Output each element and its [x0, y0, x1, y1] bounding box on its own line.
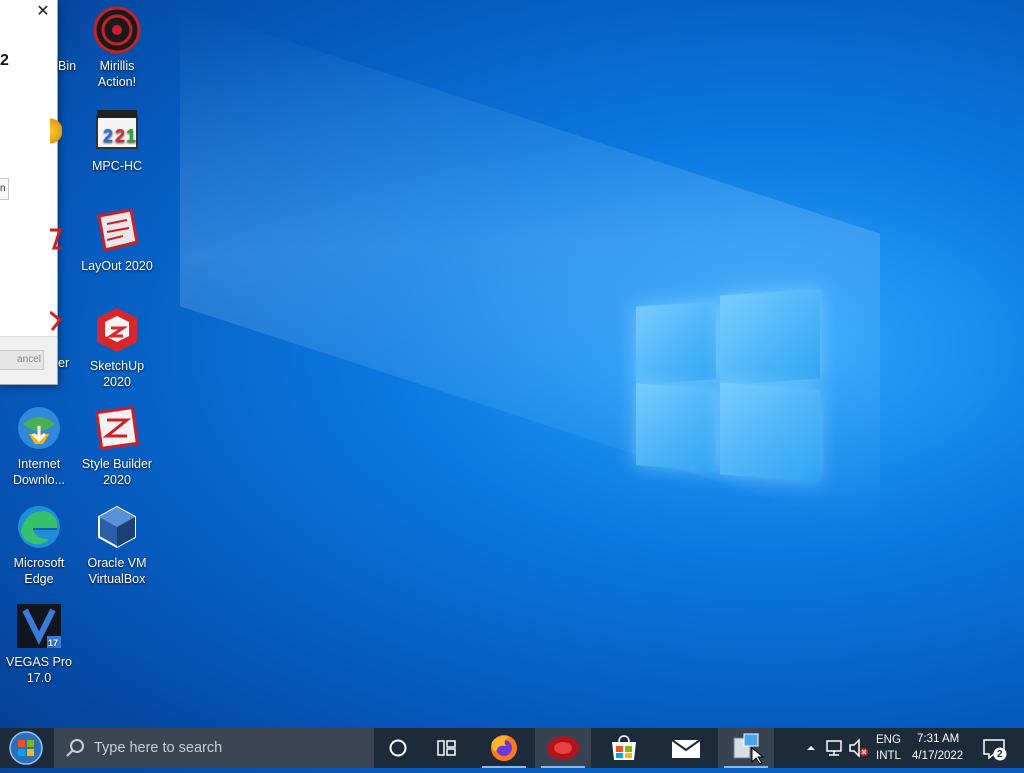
start-button[interactable] [0, 728, 54, 768]
icon-label: Internet [17, 457, 61, 471]
partial-red-icon [50, 226, 63, 252]
icon-label: Mirillis [99, 59, 135, 73]
desktop-icon-microsoft-edge[interactable]: Microsoft Edge [0, 503, 78, 587]
svg-text:2: 2 [103, 126, 113, 146]
clock-date: 4/17/2022 [912, 750, 964, 762]
search-icon [66, 739, 84, 757]
partial-red-icon-2 [49, 310, 63, 332]
task-view-button[interactable] [418, 728, 474, 768]
dialog-title: 2 [0, 52, 9, 69]
clock-time: 7:31 AM [917, 733, 960, 745]
language-code: ENG [876, 734, 901, 746]
internet-download-manager-icon [15, 404, 63, 452]
firefox-icon [491, 735, 517, 761]
icon-label: 2020 [103, 473, 131, 487]
icon-label: Action! [97, 75, 137, 89]
microsoft-store-icon [612, 735, 636, 760]
vegas-pro-17-icon: 17 [15, 602, 63, 650]
cancel-button[interactable]: ancel [0, 350, 44, 370]
icon-label: SketchUp [89, 359, 145, 373]
mirillis-action-icon [547, 736, 579, 760]
action-center-button[interactable]: 2 [976, 728, 1016, 768]
network-icon [826, 740, 842, 756]
icon-label: Downlo... [12, 473, 66, 487]
desktop-icon-sketchup-2020[interactable]: SketchUp 2020 [78, 306, 156, 390]
keyboard-layout: INTL [876, 750, 901, 762]
microsoft-edge-icon [15, 503, 63, 551]
icon-label: VEGAS Pro [6, 655, 72, 669]
taskbar-mail[interactable] [658, 728, 714, 768]
desktop-icon-oracle-vm-virtualbox[interactable]: Oracle VM VirtualBox [78, 503, 156, 587]
mirillis-action-icon [93, 6, 141, 54]
installer-app-icon [733, 733, 765, 765]
volume-muted-icon [849, 738, 868, 758]
icon-label: 2020 [103, 375, 131, 389]
dialog-input-field[interactable]: n [0, 178, 9, 200]
icon-label: Microsoft [13, 556, 65, 570]
input-language-button[interactable]: ENG INTL [870, 728, 906, 768]
svg-text:17: 17 [48, 638, 58, 648]
notification-icon [983, 739, 1007, 761]
desktop-icon-style-builder-2020[interactable]: Style Builder 2020 [78, 404, 156, 488]
mpc-hc-icon: 221 [93, 106, 141, 154]
clock-button[interactable]: 7:31 AM 4/17/2022 [908, 728, 972, 768]
volume-button[interactable] [846, 728, 872, 768]
desktop-icon-vegas-pro-17[interactable]: 17 VEGAS Pro 17.0 [0, 602, 78, 686]
icon-label: Style Builder [81, 457, 153, 471]
taskbar-firefox[interactable] [476, 728, 532, 768]
chevron-up-icon [807, 746, 815, 750]
layout-2020-icon [93, 206, 141, 254]
icon-label: 17.0 [26, 671, 52, 685]
search-placeholder: Type here to search [94, 740, 223, 756]
search-box[interactable]: Type here to search [54, 728, 374, 768]
partial-icon-label: er [58, 356, 70, 370]
taskbar-installer-app[interactable] [718, 728, 774, 768]
network-button[interactable] [822, 728, 848, 768]
desktop-icon-mpc-hc[interactable]: 221 MPC-HC [78, 106, 156, 174]
svg-text:1: 1 [126, 126, 136, 146]
taskbar-mirillis-action[interactable] [535, 728, 591, 768]
taskbar-microsoft-store[interactable] [596, 728, 652, 768]
sketchup-2020-icon [93, 306, 141, 354]
svg-text:2: 2 [115, 126, 125, 146]
task-view-icon [437, 740, 456, 756]
icon-label: Oracle VM [87, 556, 147, 570]
desktop-icon-internet-download-manager[interactable]: Internet Downlo... [0, 404, 78, 488]
icon-label: VirtualBox [88, 572, 146, 586]
oracle-vm-virtualbox-icon [93, 503, 141, 551]
taskbar: Type here to search ENG INTL 7:31 AM 4/1… [0, 728, 1024, 768]
show-hidden-icons-button[interactable] [800, 728, 822, 768]
mail-icon [671, 739, 701, 758]
style-builder-2020-icon [93, 404, 141, 452]
desktop-icon-layout-2020[interactable]: LayOut 2020 [78, 206, 156, 274]
icon-label: LayOut 2020 [81, 259, 153, 273]
recycle-bin-label: Bin [58, 59, 77, 73]
windows-start-orb-icon [9, 731, 43, 765]
close-button[interactable]: ✕ [33, 2, 53, 22]
desktop-icon-mirillis-action[interactable]: Mirillis Action! [78, 6, 156, 90]
windows-logo-wallpaper [636, 288, 822, 482]
notification-count: 2 [997, 749, 1003, 760]
partial-folder-icon [50, 118, 62, 144]
icon-label: MPC-HC [92, 159, 142, 173]
icon-label: Edge [24, 572, 54, 586]
